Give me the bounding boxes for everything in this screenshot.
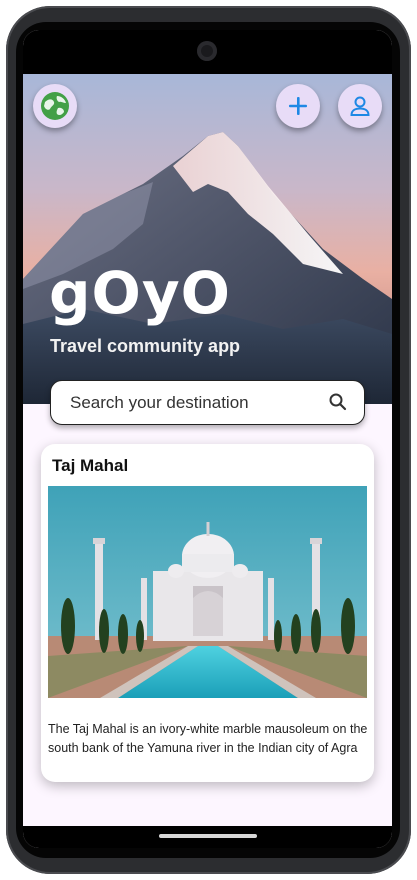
navigation-bar: [23, 826, 392, 848]
card-title: Taj Mahal: [52, 456, 129, 475]
app-subtitle: Travel community app: [50, 336, 241, 356]
front-camera: [197, 41, 217, 61]
phone-frame: gOyO Travel community app Search your de…: [0, 0, 417, 880]
search-bar[interactable]: Search your destination: [50, 380, 365, 425]
explore-button[interactable]: [33, 84, 77, 128]
search-icon[interactable]: [328, 392, 348, 412]
hero-banner: gOyO Travel community app: [23, 74, 392, 404]
app-screen: gOyO Travel community app Search your de…: [23, 30, 392, 848]
taj-mahal-photo: [48, 486, 367, 698]
search-input[interactable]: Search your destination: [70, 393, 249, 413]
add-post-button[interactable]: [276, 84, 320, 128]
user-icon: [350, 96, 370, 116]
profile-button[interactable]: [338, 84, 382, 128]
card-description: The Taj Mahal is an ivory-white marble m…: [48, 722, 368, 755]
destination-image: [48, 486, 367, 698]
app-title: gOyO: [49, 259, 231, 327]
plus-icon: [289, 97, 307, 115]
globe-icon: [41, 92, 69, 120]
home-gesture-handle[interactable]: [159, 834, 257, 838]
destination-card[interactable]: Taj Mahal The Taj Mahal is an ivory-whit…: [41, 444, 374, 782]
